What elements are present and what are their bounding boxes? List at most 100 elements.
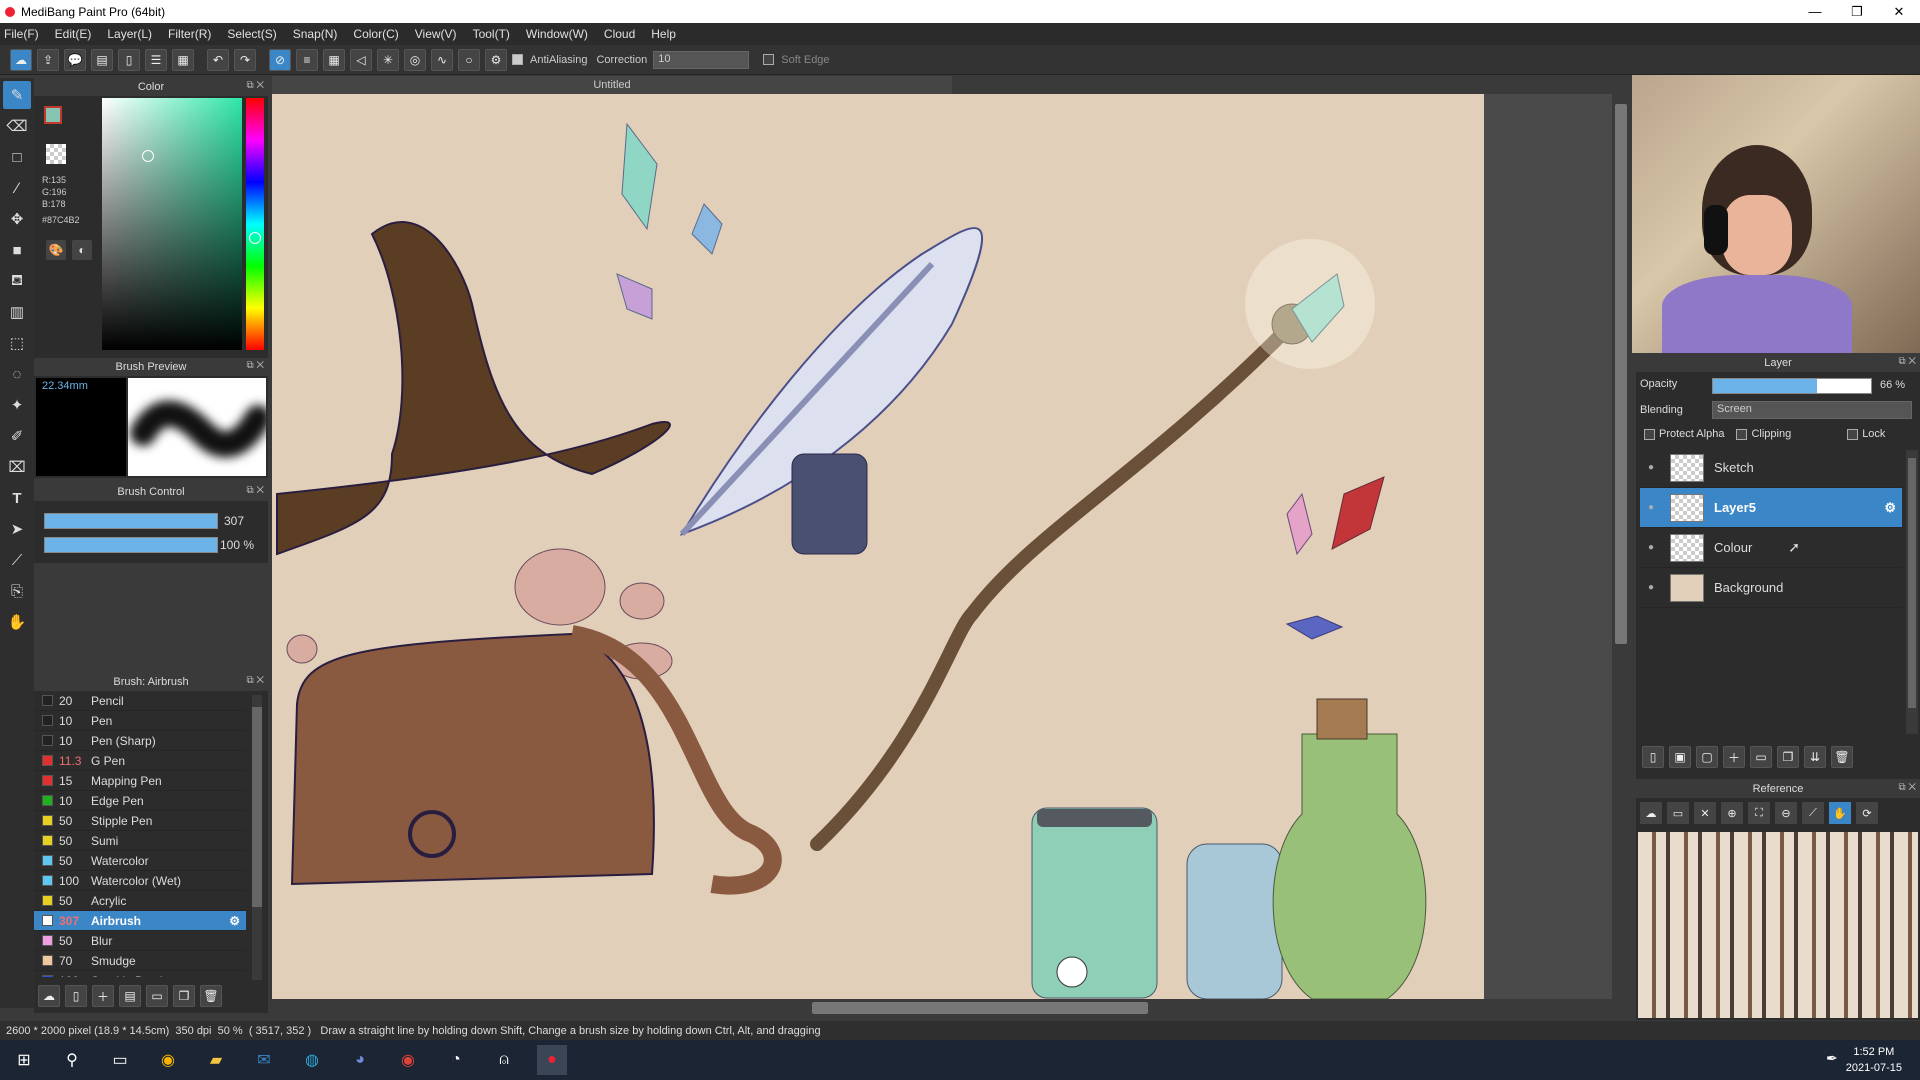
- clipping-checkbox[interactable]: [1736, 428, 1748, 440]
- duplicate-brush-icon[interactable]: ❐: [173, 985, 195, 1007]
- add-brush-icon[interactable]: ＋: [92, 985, 114, 1007]
- softedge-checkbox[interactable]: [763, 54, 775, 65]
- dot-tool-icon[interactable]: ∕: [3, 174, 31, 202]
- visibility-icon[interactable]: ●: [1640, 502, 1662, 513]
- task-view-icon[interactable]: ▭: [105, 1045, 135, 1075]
- speech-bubble-icon[interactable]: 💬: [64, 48, 86, 71]
- new-halftone-layer-icon[interactable]: ▣: [1669, 746, 1691, 768]
- layer-row-background[interactable]: ● Background: [1640, 568, 1902, 608]
- select-tool-icon[interactable]: ⬚: [3, 329, 31, 357]
- reference-cloud-icon[interactable]: ☁: [1640, 802, 1662, 824]
- eraser-tool-icon[interactable]: ⌫: [3, 112, 31, 140]
- lasso-tool-icon[interactable]: ◌: [3, 360, 31, 388]
- panel-controls-icon[interactable]: ⧉ ✕: [246, 360, 264, 371]
- pen-tray-icon[interactable]: ✒: [1826, 1050, 1838, 1067]
- curve-snap-icon[interactable]: ∿: [431, 48, 453, 71]
- visibility-icon[interactable]: ●: [1640, 542, 1662, 553]
- brush-row[interactable]: 50 Stipple Pen: [34, 811, 246, 831]
- brush-size-value[interactable]: 307: [224, 514, 244, 528]
- brush-settings-gear-icon[interactable]: ⚙: [229, 914, 240, 928]
- palette-icon[interactable]: 🎨: [46, 240, 66, 260]
- snap-off-icon[interactable]: ⊘: [269, 48, 291, 71]
- brush-row[interactable]: 10 Pen: [34, 711, 246, 731]
- reference-eyedropper-icon[interactable]: ⟋: [1802, 802, 1824, 824]
- cloud-brush-icon[interactable]: ☁: [38, 985, 60, 1007]
- reference-rotate-icon[interactable]: ⟳: [1856, 802, 1878, 824]
- brush-row[interactable]: 50 Sumi: [34, 831, 246, 851]
- menu-snap[interactable]: Snap(N): [293, 27, 338, 41]
- visibility-icon[interactable]: ●: [1640, 462, 1662, 473]
- minimize-icon[interactable]: —: [1794, 0, 1836, 23]
- brush-settings-icon[interactable]: ▤: [119, 985, 141, 1007]
- panel-controls-icon[interactable]: ⧉ ✕: [1898, 782, 1916, 793]
- close-icon[interactable]: ✕: [1878, 0, 1920, 23]
- concentric-snap-icon[interactable]: ◎: [404, 48, 426, 71]
- menu-cloud[interactable]: Cloud: [604, 27, 635, 41]
- reference-hand-icon[interactable]: ✋: [1829, 802, 1851, 824]
- layer-row-layer5[interactable]: ● Layer5 ⚙: [1640, 488, 1902, 528]
- layer-row-sketch[interactable]: ● Sketch: [1640, 448, 1902, 488]
- merge-layer-icon[interactable]: ⇊: [1804, 746, 1826, 768]
- search-icon[interactable]: ⚲: [57, 1045, 87, 1075]
- correction-select[interactable]: 10: [653, 50, 750, 69]
- delete-layer-icon[interactable]: 🗑: [1831, 746, 1853, 768]
- chrome-icon[interactable]: ◉: [393, 1045, 423, 1075]
- brush-row[interactable]: 11.3 G Pen: [34, 751, 246, 771]
- brush-opacity-value[interactable]: 100 %: [220, 538, 254, 552]
- brush-row[interactable]: 50 Blur: [34, 931, 246, 951]
- layer-opacity-slider[interactable]: [1712, 378, 1872, 394]
- menu-help[interactable]: Help: [651, 27, 676, 41]
- new-brush-icon[interactable]: ▯: [65, 985, 87, 1007]
- hue-handle[interactable]: [249, 232, 261, 244]
- document-tab[interactable]: Untitled: [272, 76, 952, 94]
- panel-controls-icon[interactable]: ⧉ ✕: [246, 80, 264, 91]
- drawing-paper[interactable]: [272, 94, 1484, 999]
- bucket-tool-icon[interactable]: ⛾: [3, 267, 31, 295]
- canvas-vertical-scrollbar[interactable]: [1612, 94, 1630, 999]
- open-icon[interactable]: ⇪: [37, 48, 59, 71]
- canvas-area[interactable]: [272, 94, 1612, 999]
- brush-opacity-slider[interactable]: [44, 537, 218, 553]
- lock-checkbox[interactable]: [1847, 428, 1859, 440]
- folder-icon[interactable]: ▭: [146, 985, 168, 1007]
- brush-row[interactable]: 100 Watercolor (Wet): [34, 871, 246, 891]
- grid-icon[interactable]: ▦: [172, 48, 194, 71]
- brush-list-scrollbar[interactable]: [252, 695, 262, 980]
- gradient-tool-icon[interactable]: ▥: [3, 298, 31, 326]
- menu-edit[interactable]: Edit(E): [55, 27, 92, 41]
- brush-row[interactable]: 70 Smudge: [34, 951, 246, 971]
- menu-filter[interactable]: Filter(R): [168, 27, 211, 41]
- brush-row[interactable]: 50 Acrylic: [34, 891, 246, 911]
- edge-icon[interactable]: ◍: [297, 1045, 327, 1075]
- brush-row[interactable]: 100Sparkle Brush: [34, 971, 246, 977]
- mail-icon[interactable]: ✉: [249, 1045, 279, 1075]
- delete-brush-icon[interactable]: 🗑: [200, 985, 222, 1007]
- menu-view[interactable]: View(V): [415, 27, 457, 41]
- fit-icon[interactable]: ⛶: [1748, 802, 1770, 824]
- panel-controls-icon[interactable]: ⧉ ✕: [246, 675, 264, 686]
- menu-select[interactable]: Select(S): [227, 27, 276, 41]
- brush-tool-icon[interactable]: ✎: [3, 81, 31, 109]
- canvas-horizontal-scrollbar[interactable]: [272, 999, 1630, 1017]
- transparent-color-swatch[interactable]: [46, 144, 66, 164]
- color-wheel-icon[interactable]: ◐: [72, 240, 92, 260]
- parallel-snap-icon[interactable]: ≡: [296, 48, 318, 71]
- brush-size-slider[interactable]: [44, 513, 218, 529]
- panel-controls-icon[interactable]: ⧉ ✕: [246, 485, 264, 496]
- panel-controls-icon[interactable]: ⧉ ✕: [1898, 356, 1916, 367]
- undo-icon[interactable]: ↶: [207, 48, 229, 71]
- file-explorer-icon[interactable]: ▰: [201, 1045, 231, 1075]
- windows-start-icon[interactable]: ⊞: [9, 1045, 39, 1075]
- vanishing-snap-icon[interactable]: ◁: [350, 48, 372, 71]
- select-pen-tool-icon[interactable]: ✐: [3, 422, 31, 450]
- settings-snap-icon[interactable]: ⚙: [485, 48, 507, 71]
- cloud-icon[interactable]: ☁: [10, 48, 32, 71]
- shape-tool-icon[interactable]: □: [3, 143, 31, 171]
- redo-icon[interactable]: ↷: [234, 48, 256, 71]
- brush-row[interactable]: 15 Mapping Pen: [34, 771, 246, 791]
- brush-row[interactable]: 10 Pen (Sharp): [34, 731, 246, 751]
- list-icon[interactable]: ☰: [145, 48, 167, 71]
- fill-rect-tool-icon[interactable]: ■: [3, 236, 31, 264]
- menu-tool[interactable]: Tool(T): [473, 27, 510, 41]
- divide-tool-icon[interactable]: ⎘: [3, 577, 31, 605]
